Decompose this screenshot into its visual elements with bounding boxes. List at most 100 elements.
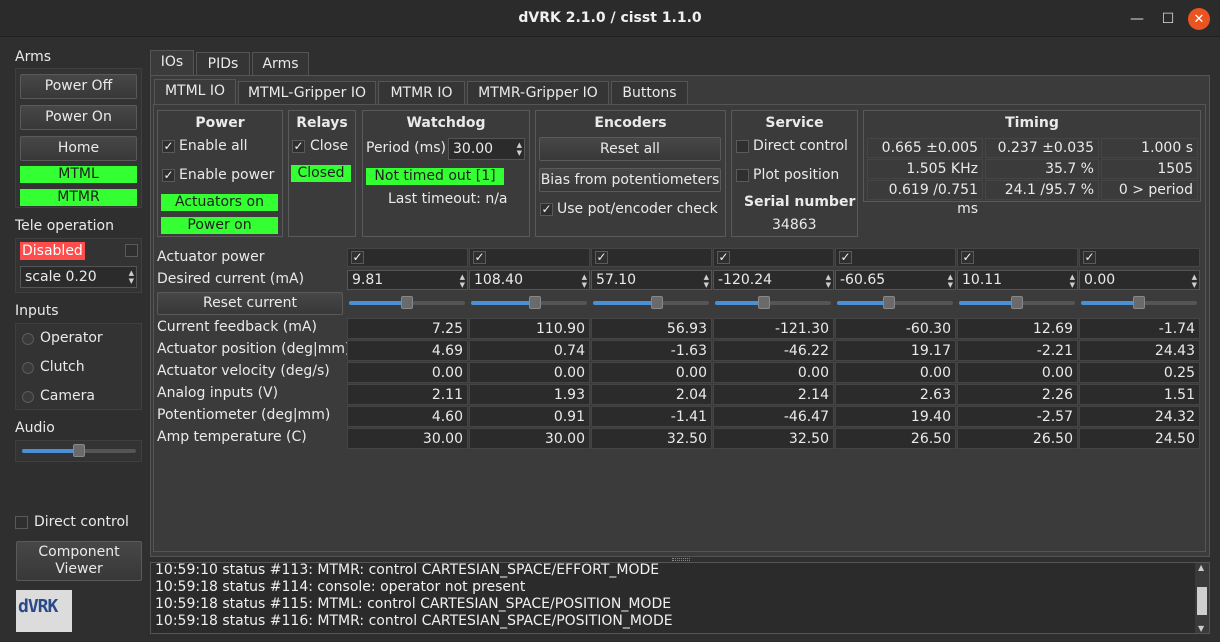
table-cell: 0.00 (957, 362, 1078, 383)
current-slider-handle[interactable] (757, 296, 770, 309)
minimize-button[interactable]: — (1126, 8, 1148, 30)
current-slider[interactable] (349, 296, 465, 309)
service-title: Service (765, 115, 824, 131)
current-slider-fill (1081, 301, 1139, 305)
power-on-button[interactable]: Power On (20, 105, 137, 130)
spin-arrows-icon[interactable]: ▲ ▼ (460, 273, 465, 289)
timing-cell: 0 > period (1101, 180, 1198, 200)
spin-arrows-icon[interactable]: ▲ ▼ (1070, 273, 1075, 289)
log-scrollbar[interactable]: ▲ ▼ (1195, 563, 1209, 633)
tab-mtmr-io[interactable]: MTMR IO (378, 81, 465, 105)
maximize-button[interactable]: ☐ (1157, 8, 1179, 30)
tele-enable-checkbox[interactable] (125, 244, 138, 257)
splitter-handle[interactable] (672, 558, 690, 561)
component-viewer-button[interactable]: Component Viewer (16, 541, 142, 581)
arm-mtmr-status[interactable]: MTMR (20, 189, 137, 206)
spin-arrows-icon[interactable]: ▲ ▼ (582, 273, 587, 289)
tab-mtml-io[interactable]: MTML IO (154, 79, 236, 105)
desired-current-value: -60.65 (840, 272, 886, 288)
current-slider-handle[interactable] (528, 296, 541, 309)
camera-indicator (22, 391, 34, 403)
enable-all-checkbox[interactable]: ✓ (162, 140, 175, 153)
actuator-power-checkbox[interactable]: ✓ (1083, 251, 1096, 264)
title-bar: dVRK 2.1.0 / cisst 1.1.0 — ☐ ✕ (0, 0, 1220, 37)
spin-arrows-icon[interactable]: ▲ ▼ (517, 141, 522, 157)
desired-current-spinbox[interactable]: -120.24 ▲ ▼ (713, 270, 834, 290)
tab-arms[interactable]: Arms (252, 52, 309, 76)
desired-current-spinbox[interactable]: 9.81 ▲ ▼ (347, 270, 468, 290)
current-slider[interactable] (1081, 296, 1197, 309)
actuator-power-checkbox[interactable]: ✓ (473, 251, 486, 264)
current-slider-handle[interactable] (883, 296, 896, 309)
actuator-power-checkbox[interactable]: ✓ (961, 251, 974, 264)
current-slider-handle[interactable] (650, 296, 663, 309)
window-title: dVRK 2.1.0 / cisst 1.1.0 (518, 10, 702, 26)
spin-arrows-icon[interactable]: ▲ ▼ (826, 273, 831, 289)
current-slider-handle[interactable] (1133, 296, 1145, 309)
audio-slider[interactable] (22, 444, 136, 457)
relay-closed-status: Closed (291, 165, 351, 182)
current-slider[interactable] (837, 296, 953, 309)
table-cell: 0.00 (347, 362, 468, 383)
relay-close-checkbox[interactable]: ✓ (292, 140, 305, 153)
watchdog-period-spinbox[interactable]: 30.00 ▲ ▼ (448, 138, 525, 160)
spin-arrows-icon[interactable]: ▲ ▼ (704, 273, 709, 289)
current-slider-handle[interactable] (401, 296, 413, 309)
current-slider[interactable] (593, 296, 709, 309)
enable-power-label: Enable power (179, 167, 275, 183)
tab-mtmr-gripper-io[interactable]: MTMR-Gripper IO (467, 81, 609, 105)
audio-slider-handle[interactable] (73, 444, 85, 457)
tab-pids[interactable]: PIDs (196, 52, 250, 76)
scale-spinbox[interactable]: scale 0.20 ▲ ▼ (20, 266, 137, 288)
home-button[interactable]: Home (20, 136, 137, 161)
actuator-power-checkbox[interactable]: ✓ (839, 251, 852, 264)
desired-current-spinbox[interactable]: 57.10 ▲ ▼ (591, 270, 712, 290)
scroll-down-icon[interactable]: ▼ (1198, 624, 1204, 633)
close-button[interactable]: ✕ (1188, 8, 1210, 30)
current-slider[interactable] (959, 296, 1075, 309)
current-slider-handle[interactable] (1011, 296, 1023, 309)
spin-arrows-icon[interactable]: ▲ ▼ (1192, 273, 1197, 289)
actuator-power-checkbox[interactable]: ✓ (595, 251, 608, 264)
actuator-power-cell: ✓ (347, 248, 468, 267)
actuator-power-cell: ✓ (591, 248, 712, 267)
service-direct-control-checkbox[interactable] (736, 140, 749, 153)
table-row-label: Current feedback (mA) (157, 319, 317, 335)
enable-power-checkbox[interactable]: ✓ (162, 169, 175, 182)
power-off-button[interactable]: Power Off (20, 74, 137, 99)
power-title: Power (195, 115, 245, 131)
desired-current-spinbox[interactable]: -60.65 ▲ ▼ (835, 270, 956, 290)
camera-label: Camera (40, 388, 95, 404)
log-scroll-thumb[interactable] (1197, 587, 1207, 615)
scroll-up-icon[interactable]: ▲ (1198, 563, 1204, 572)
direct-control-checkbox[interactable] (15, 516, 28, 529)
current-slider[interactable] (471, 296, 587, 309)
arm-mtml-status[interactable]: MTML (20, 166, 137, 183)
reset-current-button[interactable]: Reset current (157, 292, 343, 315)
timing-cell: 0.619 /0.751 ms (867, 180, 983, 217)
serial-number-value: 34863 (772, 217, 817, 233)
spin-arrows-icon[interactable]: ▲ ▼ (948, 273, 953, 289)
use-pot-check-label: Use pot/encoder check (557, 201, 718, 217)
clutch-indicator (22, 362, 34, 374)
tab-mtml-gripper-io[interactable]: MTML-Gripper IO (238, 81, 376, 105)
actuator-power-checkbox[interactable]: ✓ (717, 251, 730, 264)
plot-position-checkbox[interactable] (736, 169, 749, 182)
desired-current-spinbox[interactable]: 0.00 ▲ ▼ (1079, 270, 1200, 290)
timing-cell: 1505 samples (1101, 159, 1198, 196)
desired-current-spinbox[interactable]: 108.40 ▲ ▼ (469, 270, 590, 290)
use-pot-check-checkbox[interactable]: ✓ (540, 203, 553, 216)
desired-current-spinbox[interactable]: 10.11 ▲ ▼ (957, 270, 1078, 290)
spin-arrows-icon[interactable]: ▲ ▼ (129, 269, 134, 285)
current-slider[interactable] (715, 296, 831, 309)
scale-value: scale 0.20 (25, 269, 97, 285)
reset-all-encoders-button[interactable]: Reset all (539, 137, 721, 161)
log-line: 10:59:18 status #115: MTML: control CART… (155, 596, 672, 612)
bias-from-potentiometers-button[interactable]: Bias from potentiometers (539, 168, 721, 192)
table-cell: -121.30 (713, 318, 834, 339)
actuator-power-checkbox[interactable]: ✓ (351, 251, 364, 264)
tab-ios[interactable]: IOs (150, 50, 194, 76)
current-slider-fill (715, 301, 764, 305)
tab-buttons[interactable]: Buttons (611, 81, 688, 105)
timing-cell: 0.665 ±0.005 ms (867, 138, 983, 175)
